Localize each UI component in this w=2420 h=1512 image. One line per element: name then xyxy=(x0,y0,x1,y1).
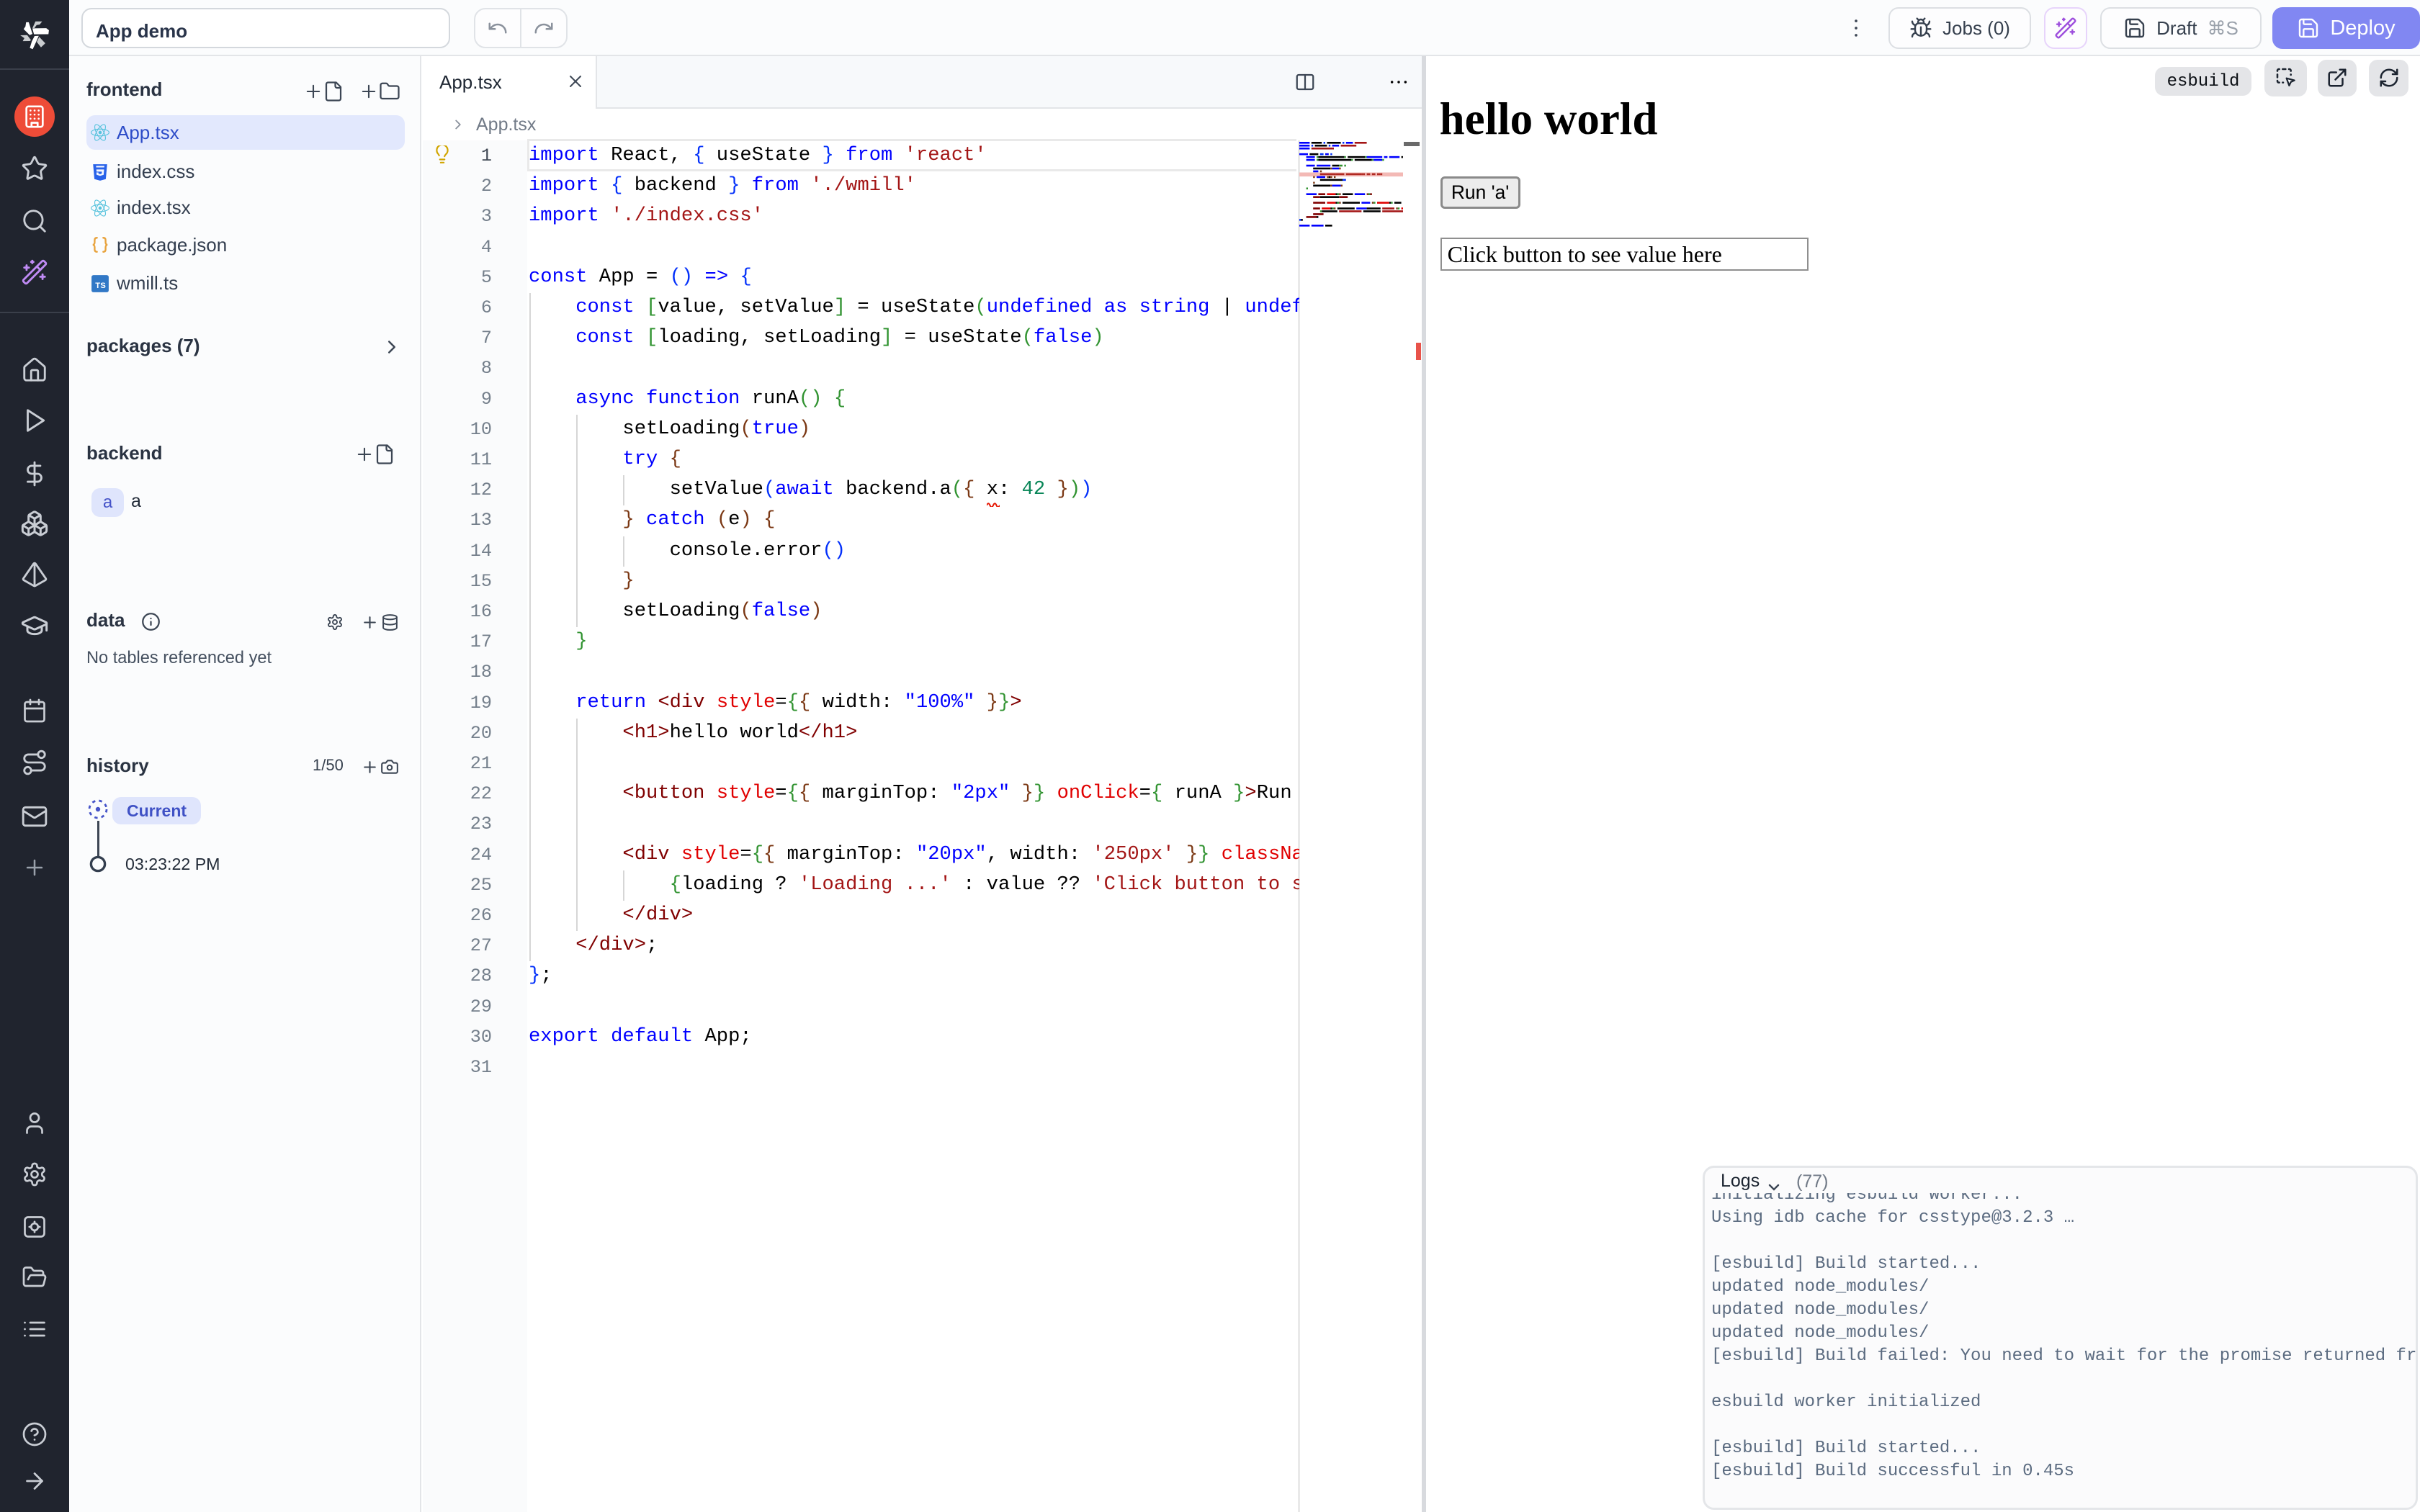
svg-text:TS: TS xyxy=(95,282,106,290)
